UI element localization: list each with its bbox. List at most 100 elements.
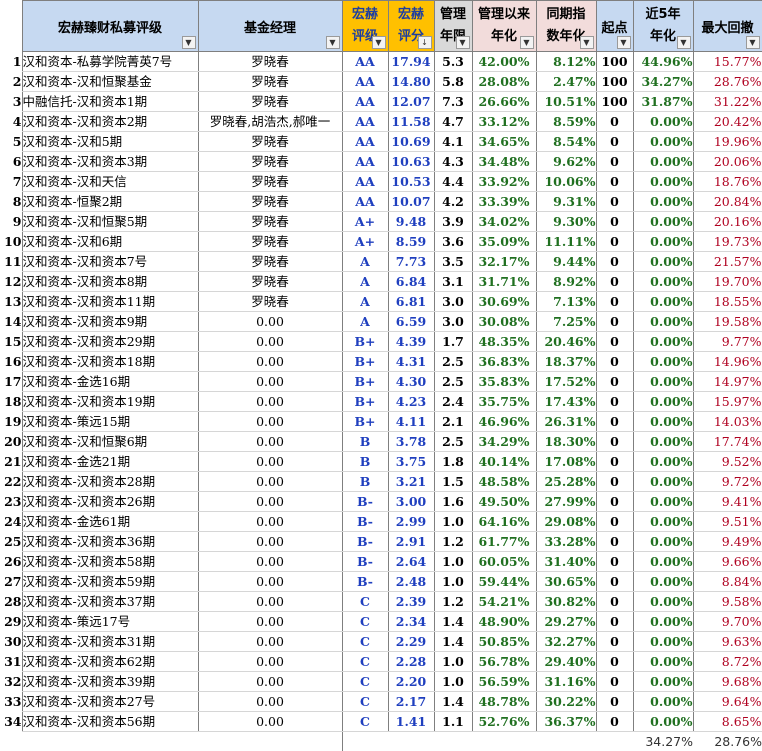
table-row[interactable]: 16汉和资本-汉和资本18期0.00B+4.312.536.83%18.37%0… (0, 352, 762, 372)
table-row[interactable]: 28汉和资本-汉和资本37期0.00C2.391.254.21%30.82%00… (0, 592, 762, 612)
rating-cell[interactable]: C (342, 632, 388, 652)
start-cell[interactable]: 0 (596, 312, 633, 332)
years-cell[interactable]: 1.0 (434, 652, 472, 672)
manager-cell[interactable]: 0.00 (198, 452, 342, 472)
fund-name-cell[interactable]: 汉和资本-汉和资本37期 (22, 592, 198, 612)
years-cell[interactable]: 1.0 (434, 672, 472, 692)
index-annualized-cell[interactable]: 2.47% (536, 72, 596, 92)
index-annualized-cell[interactable]: 30.82% (536, 592, 596, 612)
max-drawdown-cell[interactable]: 8.72% (693, 652, 762, 672)
column-header-name[interactable]: 宏赫臻财私募评级 ▼ (22, 1, 198, 52)
max-drawdown-cell[interactable]: 14.96% (693, 352, 762, 372)
filter-dropdown-icon[interactable]: ▼ (372, 36, 386, 49)
rating-cell[interactable]: AA (342, 132, 388, 152)
start-cell[interactable]: 0 (596, 292, 633, 312)
rating-cell[interactable]: AA (342, 192, 388, 212)
years-cell[interactable]: 4.1 (434, 132, 472, 152)
fund-name-cell[interactable]: 中融信托-汉和资本1期 (22, 92, 198, 112)
table-row[interactable]: 24汉和资本-金选61期0.00B-2.991.064.16%29.08%00.… (0, 512, 762, 532)
start-cell[interactable]: 0 (596, 192, 633, 212)
max-drawdown-cell[interactable]: 9.49% (693, 532, 762, 552)
manager-cell[interactable]: 0.00 (198, 592, 342, 612)
table-row[interactable]: 23汉和资本-汉和资本26期0.00B-3.001.649.50%27.99%0… (0, 492, 762, 512)
rating-cell[interactable]: B (342, 472, 388, 492)
fund-name-cell[interactable]: 汉和资本-金选21期 (22, 452, 198, 472)
5y-annualized-cell[interactable]: 34.27% (633, 72, 693, 92)
manager-cell[interactable]: 0.00 (198, 632, 342, 652)
column-header-max-drawdown[interactable]: 最大回撤 ▼ (693, 1, 762, 52)
max-drawdown-cell[interactable]: 9.77% (693, 332, 762, 352)
column-header-score[interactable]: 宏赫 评分 ↓ (388, 1, 434, 52)
index-annualized-cell[interactable]: 9.44% (536, 252, 596, 272)
index-annualized-cell[interactable]: 33.28% (536, 532, 596, 552)
rating-cell[interactable]: AA (342, 152, 388, 172)
annualized-return-cell[interactable]: 61.77% (472, 532, 536, 552)
annualized-return-cell[interactable]: 48.35% (472, 332, 536, 352)
start-cell[interactable]: 0 (596, 672, 633, 692)
score-cell[interactable]: 11.58 (388, 112, 434, 132)
fund-name-cell[interactable]: 汉和资本-汉和恒聚5期 (22, 212, 198, 232)
rating-cell[interactable]: C (342, 612, 388, 632)
max-drawdown-cell[interactable]: 9.64% (693, 692, 762, 712)
score-cell[interactable]: 3.75 (388, 452, 434, 472)
start-cell[interactable]: 0 (596, 632, 633, 652)
row-number[interactable]: 17 (0, 372, 22, 392)
table-row[interactable]: 13汉和资本-汉和资本11期罗晓春A6.813.030.69%7.13%00.0… (0, 292, 762, 312)
fund-name-cell[interactable]: 汉和资本-汉和资本58期 (22, 552, 198, 572)
filter-dropdown-icon[interactable]: ▼ (746, 36, 760, 49)
manager-cell[interactable]: 0.00 (198, 692, 342, 712)
5y-annualized-cell[interactable]: 0.00% (633, 452, 693, 472)
fund-name-cell[interactable]: 汉和资本-汉和资本62期 (22, 652, 198, 672)
index-annualized-cell[interactable]: 32.27% (536, 632, 596, 652)
index-annualized-cell[interactable]: 31.16% (536, 672, 596, 692)
table-row[interactable]: 33汉和资本-汉和资本27号0.00C2.171.448.78%30.22%00… (0, 692, 762, 712)
manager-cell[interactable]: 0.00 (198, 392, 342, 412)
rating-cell[interactable]: A+ (342, 212, 388, 232)
years-cell[interactable]: 5.3 (434, 52, 472, 72)
rating-cell[interactable]: C (342, 592, 388, 612)
index-annualized-cell[interactable]: 20.46% (536, 332, 596, 352)
5y-annualized-cell[interactable]: 0.00% (633, 212, 693, 232)
5y-annualized-cell[interactable]: 0.00% (633, 112, 693, 132)
rating-cell[interactable]: A (342, 312, 388, 332)
row-number[interactable]: 16 (0, 352, 22, 372)
fund-name-cell[interactable]: 汉和资本-汉和资本36期 (22, 532, 198, 552)
index-annualized-cell[interactable]: 11.11% (536, 232, 596, 252)
5y-annualized-cell[interactable]: 0.00% (633, 612, 693, 632)
column-header-years[interactable]: 管理 年限 ▼ (434, 1, 472, 52)
rating-cell[interactable]: C (342, 672, 388, 692)
5y-annualized-cell[interactable]: 0.00% (633, 292, 693, 312)
fund-name-cell[interactable]: 汉和资本-汉和资本9期 (22, 312, 198, 332)
5y-annualized-cell[interactable]: 0.00% (633, 152, 693, 172)
manager-cell[interactable]: 0.00 (198, 472, 342, 492)
max-drawdown-cell[interactable]: 15.77% (693, 52, 762, 72)
index-annualized-cell[interactable]: 29.40% (536, 652, 596, 672)
score-cell[interactable]: 2.17 (388, 692, 434, 712)
rating-cell[interactable]: A (342, 272, 388, 292)
years-cell[interactable]: 1.4 (434, 632, 472, 652)
start-cell[interactable]: 0 (596, 172, 633, 192)
summary-5y-annualized[interactable]: 34.27% (633, 732, 693, 751)
rating-cell[interactable]: B- (342, 492, 388, 512)
fund-name-cell[interactable]: 汉和资本-汉和资本18期 (22, 352, 198, 372)
score-cell[interactable]: 4.31 (388, 352, 434, 372)
start-cell[interactable]: 0 (596, 692, 633, 712)
max-drawdown-cell[interactable]: 18.76% (693, 172, 762, 192)
filter-dropdown-icon[interactable]: ▼ (617, 36, 631, 49)
start-cell[interactable]: 0 (596, 452, 633, 472)
5y-annualized-cell[interactable]: 0.00% (633, 172, 693, 192)
max-drawdown-cell[interactable]: 9.68% (693, 672, 762, 692)
index-annualized-cell[interactable]: 9.30% (536, 212, 596, 232)
years-cell[interactable]: 1.2 (434, 592, 472, 612)
rating-cell[interactable]: AA (342, 52, 388, 72)
table-row[interactable]: 19汉和资本-策远15期0.00B+4.112.146.96%26.31%00.… (0, 412, 762, 432)
row-number[interactable]: 27 (0, 572, 22, 592)
table-row[interactable]: 3中融信托-汉和资本1期罗晓春AA12.077.326.66%10.51%100… (0, 92, 762, 112)
5y-annualized-cell[interactable]: 0.00% (633, 532, 693, 552)
table-row[interactable]: 11汉和资本-汉和资本7号罗晓春A7.733.532.17%9.44%00.00… (0, 252, 762, 272)
index-annualized-cell[interactable]: 8.59% (536, 112, 596, 132)
table-row[interactable]: 12汉和资本-汉和资本8期罗晓春A6.843.131.71%8.92%00.00… (0, 272, 762, 292)
score-cell[interactable]: 4.30 (388, 372, 434, 392)
rating-cell[interactable]: B (342, 452, 388, 472)
manager-cell[interactable]: 罗晓春 (198, 212, 342, 232)
